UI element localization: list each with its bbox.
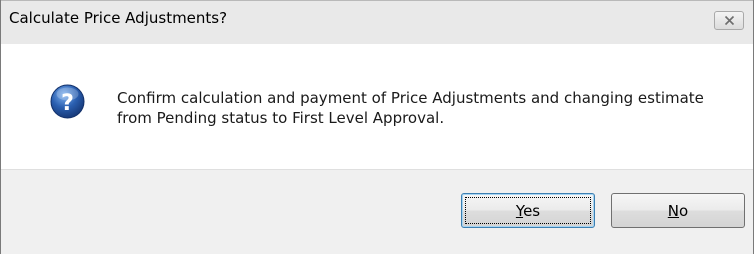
button-bar: Yes No — [1, 169, 753, 254]
window-title: Calculate Price Adjustments? — [9, 9, 228, 27]
no-button-label: No — [668, 202, 688, 220]
confirm-dialog: Calculate Price Adjustments? ? Confirm c… — [0, 0, 754, 254]
focus-indicator — [465, 197, 591, 224]
question-icon: ? — [50, 84, 85, 119]
svg-text:?: ? — [61, 91, 74, 116]
title-bar[interactable]: Calculate Price Adjustments? — [1, 0, 753, 44]
no-button[interactable]: No — [611, 193, 745, 228]
no-mnemonic: N — [667, 201, 680, 220]
yes-button[interactable]: Yes — [461, 193, 595, 228]
close-icon — [724, 15, 735, 26]
dialog-body: ? Confirm calculation and payment of Pri… — [1, 44, 753, 169]
dialog-message: Confirm calculation and payment of Price… — [117, 89, 704, 127]
no-label-rest: o — [679, 201, 689, 220]
close-button[interactable] — [714, 11, 744, 30]
